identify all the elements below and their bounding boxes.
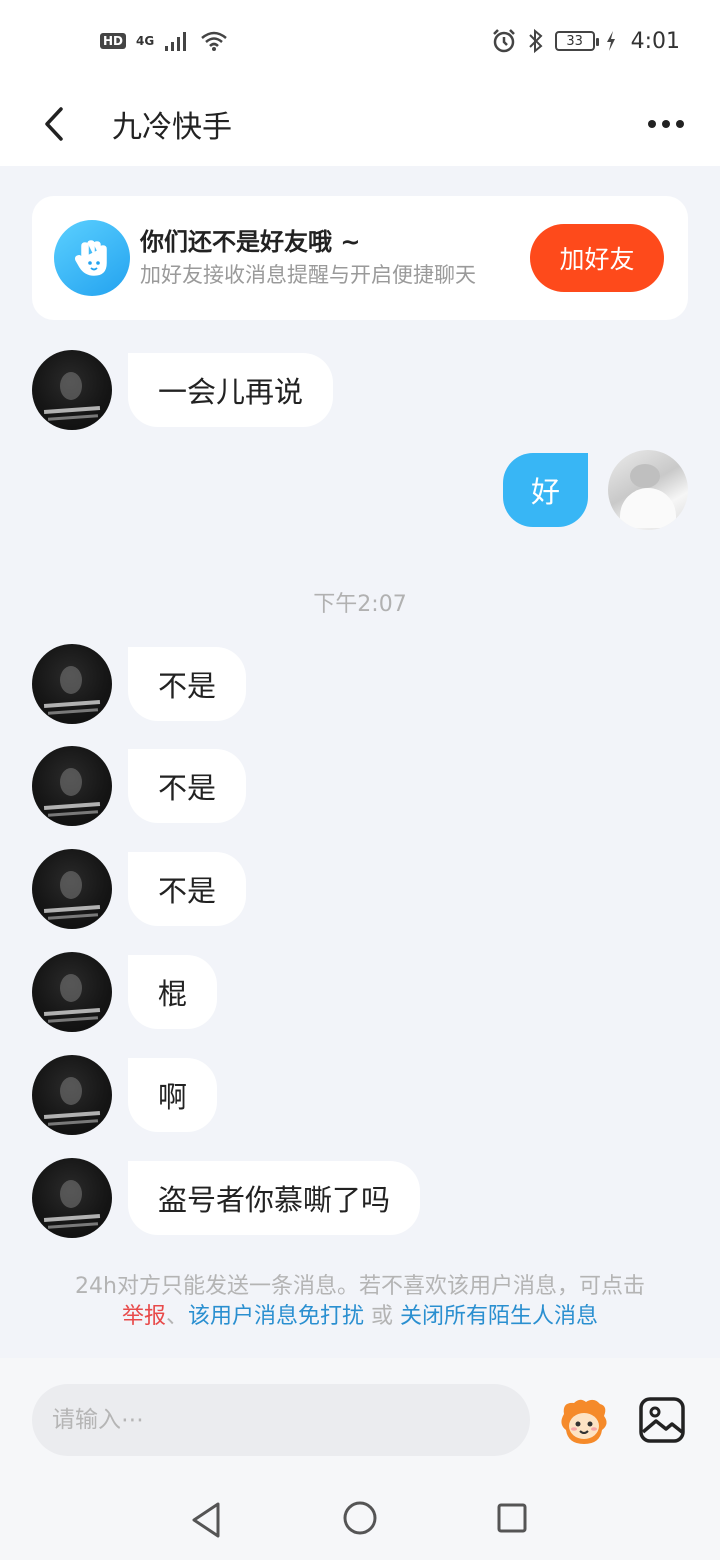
card-text: 你们还不是好友哦 ~ 加好友接收消息提醒与开启便捷聊天 [140, 227, 510, 289]
message-bubble[interactable]: 棍 [128, 955, 218, 1029]
add-friend-button[interactable]: 加好友 [530, 224, 664, 292]
network-type: 4G [136, 34, 155, 48]
chat-header: 九冷快手 [0, 82, 720, 166]
more-dot-icon [648, 120, 656, 128]
contact-avatar[interactable] [32, 644, 112, 724]
system-nav-bar [0, 1480, 720, 1560]
alarm-icon [492, 29, 515, 53]
message-row: 不是 [32, 746, 247, 826]
message-timestamp: 下午2:07 [313, 592, 407, 617]
contact-avatar[interactable] [32, 849, 112, 929]
message-row: 不是 [32, 644, 247, 724]
nav-home-icon[interactable] [342, 1500, 378, 1536]
message-bubble[interactable]: 一会儿再说 [128, 353, 334, 427]
message-bubble[interactable]: 不是 [128, 852, 247, 926]
input-bar [0, 1358, 720, 1480]
message-row: 不是 [32, 849, 247, 929]
message-bubble[interactable]: 不是 [128, 749, 247, 823]
status-right: 33 4:01 [491, 28, 680, 54]
message-bubble[interactable]: 啊 [128, 1058, 218, 1132]
contact-avatar[interactable] [32, 746, 112, 826]
image-picker-icon[interactable] [638, 1396, 686, 1444]
notice-text: 24h对方只能发送一条消息。若不喜欢该用户消息，可点击 [75, 1274, 645, 1299]
contact-avatar[interactable] [32, 1055, 112, 1135]
self-message-row: 好 [502, 450, 688, 530]
wifi-icon [201, 31, 228, 51]
status-bar: HD 4G 33 4:01 [0, 0, 720, 82]
notice-separator: 、 [165, 1304, 188, 1329]
stranger-notice: 24h对方只能发送一条消息。若不喜欢该用户消息，可点击 举报、该用户消息免打扰 … [30, 1272, 690, 1332]
mute-user-link[interactable]: 该用户消息免打扰 [188, 1304, 364, 1329]
self-message-bubble[interactable]: 好 [502, 453, 588, 527]
message-row: 一会儿再说 [32, 350, 334, 430]
emoji-icon[interactable] [556, 1394, 612, 1450]
clock: 4:01 [630, 28, 680, 54]
chat-title: 九冷快手 [112, 110, 232, 145]
message-row: 棍 [32, 952, 218, 1032]
message-bubble[interactable]: 不是 [128, 647, 247, 721]
message-row: 啊 [32, 1055, 218, 1135]
status-left: HD 4G [100, 30, 228, 52]
wave-hand-icon [54, 220, 130, 296]
signal-icon [165, 32, 187, 51]
close-stranger-messages-link[interactable]: 关闭所有陌生人消息 [400, 1304, 598, 1329]
notice-or: 或 [364, 1304, 401, 1329]
message-bubble[interactable]: 盗号者你慕嘶了吗 [128, 1161, 421, 1235]
nav-recent-apps-icon[interactable] [496, 1502, 528, 1534]
nav-back-icon[interactable] [188, 1500, 224, 1540]
card-title: 你们还不是好友哦 ~ [140, 228, 361, 256]
charging-icon [606, 31, 615, 51]
battery-indicator: 33 [554, 31, 599, 51]
not-friend-card: 你们还不是好友哦 ~ 加好友接收消息提醒与开启便捷聊天 加好友 [32, 196, 688, 320]
card-subtitle: 加好友接收消息提醒与开启便捷聊天 [140, 263, 476, 287]
self-avatar[interactable] [608, 450, 688, 530]
back-button[interactable] [18, 82, 90, 166]
contact-avatar[interactable] [32, 1158, 112, 1238]
more-dot-icon [662, 120, 670, 128]
more-options-button[interactable] [642, 104, 690, 144]
message-row: 盗号者你慕嘶了吗 [32, 1158, 421, 1238]
report-link[interactable]: 举报 [122, 1304, 166, 1329]
more-dot-icon [676, 120, 684, 128]
message-input[interactable] [32, 1384, 530, 1456]
hd-badge: HD [100, 33, 127, 49]
contact-avatar[interactable] [32, 350, 112, 430]
contact-avatar[interactable] [32, 952, 112, 1032]
bluetooth-icon [528, 28, 543, 54]
chevron-left-icon [45, 107, 63, 141]
